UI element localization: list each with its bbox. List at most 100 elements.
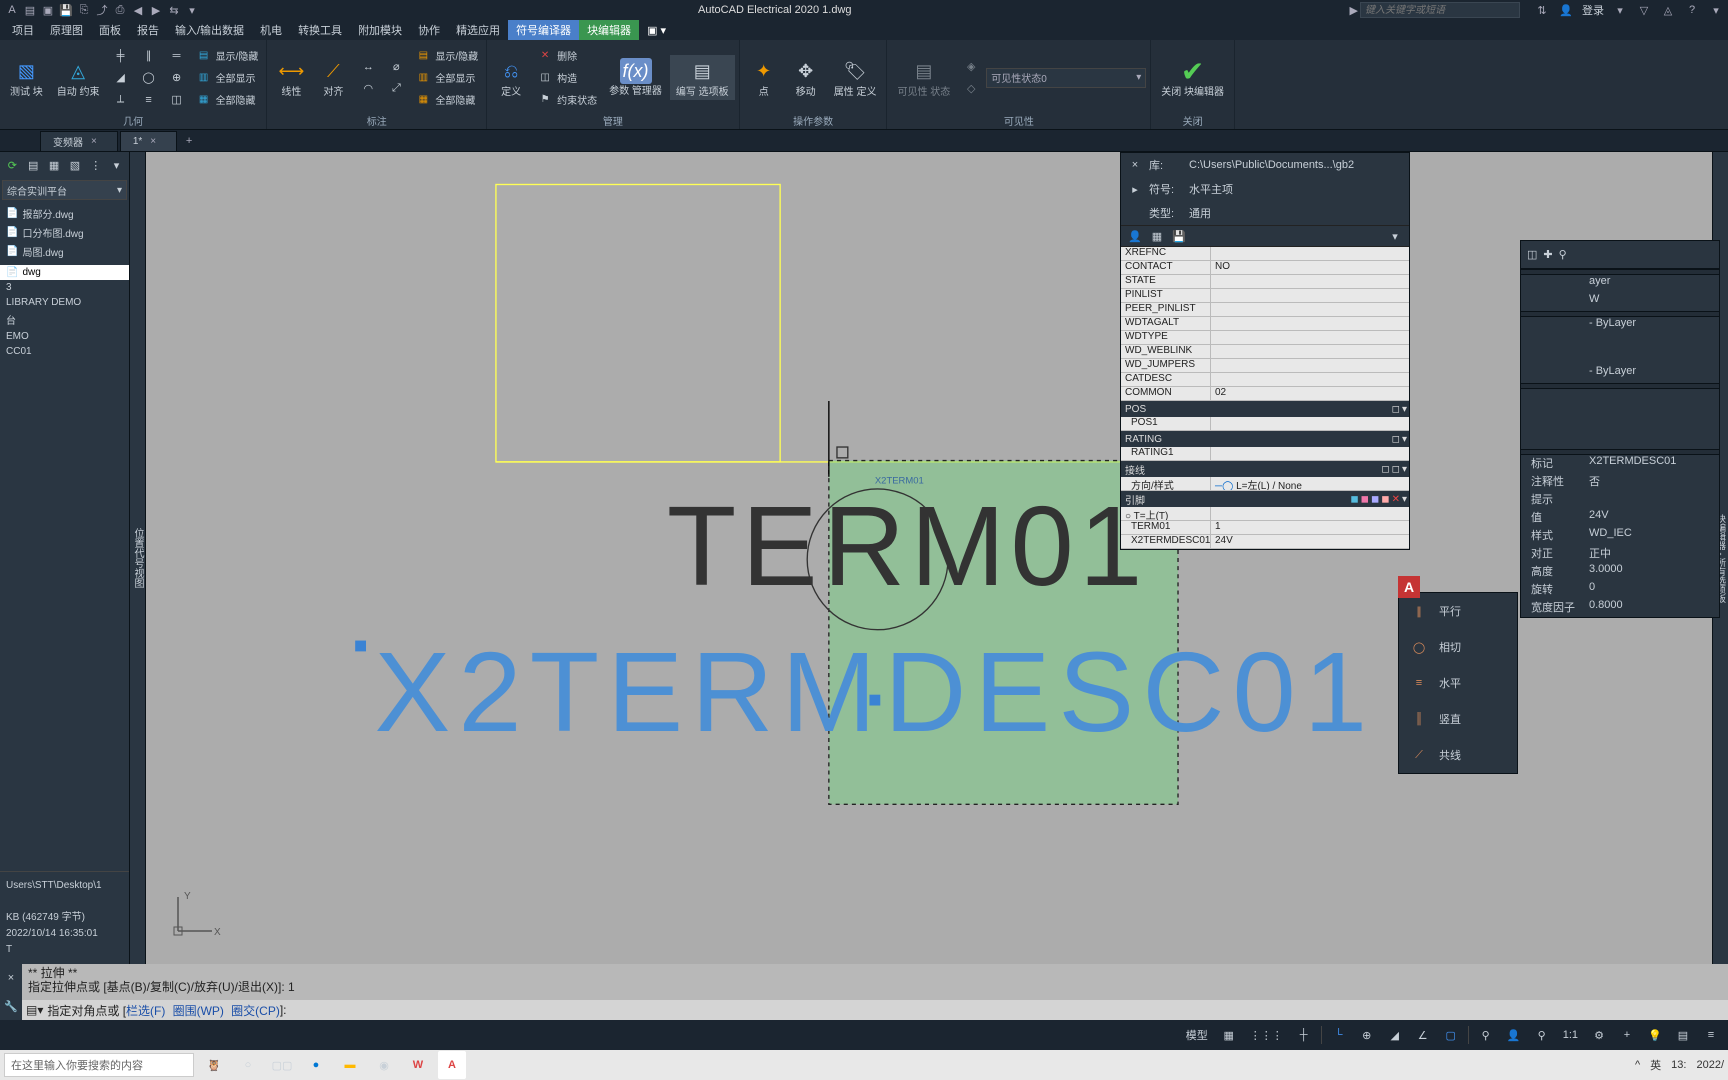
menu-sym-builder[interactable]: 符号编译器 bbox=[508, 20, 579, 40]
switch-icon[interactable]: ⇅ bbox=[1534, 2, 1550, 18]
constraint-icon-6[interactable]: ≡ bbox=[136, 90, 162, 110]
construct-horizontal[interactable]: ≡水平 bbox=[1399, 665, 1517, 701]
file-item[interactable]: EMO bbox=[0, 329, 129, 344]
construction-palette[interactable]: ∥平行 ◯相切 ≡水平 ║竖直 ⟋共线 bbox=[1398, 592, 1518, 774]
qat-web-icon[interactable]: ⤴ bbox=[94, 2, 110, 18]
project-combo[interactable]: 综合实训平台▾ bbox=[2, 180, 127, 200]
dim-icon-2[interactable]: ◠ bbox=[355, 79, 381, 99]
sb-more-icon[interactable]: ▤ bbox=[1672, 1024, 1694, 1046]
tray-ime[interactable]: 英 bbox=[1650, 1057, 1661, 1073]
btn-move[interactable]: ✥移动 bbox=[786, 55, 826, 100]
vis-state-combo[interactable]: 可见性状态0▾ bbox=[986, 68, 1146, 88]
sb-snap-icon[interactable]: ┼ bbox=[1293, 1024, 1315, 1046]
taskbar-taskview-icon[interactable]: ▢▢ bbox=[268, 1051, 296, 1079]
btn-hide-all-1[interactable]: ▦全部隐藏 bbox=[192, 90, 263, 110]
menu-io[interactable]: 输入/输出数据 bbox=[167, 20, 252, 40]
sb-menu-icon[interactable]: ≡ bbox=[1700, 1024, 1722, 1046]
taskbar-search[interactable]: 在这里输入你要搜索的内容 bbox=[4, 1053, 194, 1077]
constraint-icon-8[interactable]: ⊕ bbox=[164, 68, 190, 88]
close-icon[interactable]: × bbox=[91, 136, 97, 147]
icon-4[interactable]: ⋮ bbox=[87, 156, 104, 174]
menu-project[interactable]: 项目 bbox=[4, 20, 42, 40]
attribute-grid[interactable]: XREFNC CONTACTNO STATE PINLIST PEER_PINL… bbox=[1121, 247, 1409, 549]
dim-icon-1[interactable]: ↔ bbox=[355, 57, 381, 77]
constraint-icon-4[interactable]: ∥ bbox=[136, 46, 162, 66]
tray-up-icon[interactable]: ^ bbox=[1635, 1059, 1640, 1071]
help-icon[interactable]: ? bbox=[1684, 2, 1700, 18]
btn-auto-constraint[interactable]: ◬自动 约束 bbox=[51, 55, 106, 100]
qat-print-icon[interactable]: ⎙ bbox=[112, 2, 128, 18]
btn-close-editor[interactable]: ✔关闭 块编辑器 bbox=[1155, 55, 1230, 100]
construct-tangent[interactable]: ◯相切 bbox=[1399, 629, 1517, 665]
menu-block-editor[interactable]: 块编辑器 bbox=[579, 20, 639, 40]
cmd-close-icon[interactable]: × bbox=[0, 964, 22, 992]
help-search-input[interactable] bbox=[1360, 2, 1520, 18]
menu-featured[interactable]: 精选应用 bbox=[448, 20, 508, 40]
btn-authoring-palette[interactable]: ▤编写 选项板 bbox=[670, 55, 735, 100]
sb-bulb-icon[interactable]: 💡 bbox=[1644, 1024, 1666, 1046]
btn-show-all-2[interactable]: ▥全部显示 bbox=[411, 68, 482, 88]
taskbar-chrome-icon[interactable]: ◉ bbox=[370, 1051, 398, 1079]
file-item[interactable]: CC01 bbox=[0, 344, 129, 359]
props-tool-icon[interactable]: ⚲ bbox=[1559, 248, 1567, 261]
sb-plus-icon[interactable]: + bbox=[1616, 1024, 1638, 1046]
tool-icon-4[interactable]: ▾ bbox=[1387, 228, 1403, 244]
menu-mech[interactable]: 机电 bbox=[252, 20, 290, 40]
close-icon[interactable]: × bbox=[150, 136, 156, 147]
qat-saveas-icon[interactable]: ⎘ bbox=[76, 2, 92, 18]
command-history[interactable]: ** 拉伸 ** 指定拉伸点或 [基点(B)/复制(C)/放弃(U)/退出(X)… bbox=[22, 964, 1728, 1000]
file-item-selected[interactable]: 📄 dwg bbox=[0, 265, 129, 280]
btn-linear[interactable]: ⟷线性 bbox=[271, 55, 311, 100]
qat-redo-icon[interactable]: ▶ bbox=[148, 2, 164, 18]
constraint-icon-7[interactable]: ═ bbox=[164, 46, 190, 66]
taskbar-edge-icon[interactable]: ● bbox=[302, 1051, 330, 1079]
dim-icon-3[interactable]: ⌀ bbox=[383, 57, 409, 77]
sb-anno-icon[interactable]: ⚲ bbox=[1475, 1024, 1497, 1046]
sb-grid2-icon[interactable]: ⋮⋮⋮ bbox=[1246, 1024, 1287, 1046]
chevron-down-icon[interactable]: ▾ bbox=[1402, 404, 1407, 415]
palette-min-icon[interactable]: ▸ bbox=[1127, 183, 1143, 196]
constraint-icon-9[interactable]: ◫ bbox=[164, 90, 190, 110]
chevron-down-icon[interactable]: ▾ bbox=[1402, 494, 1407, 505]
user-icon[interactable]: 👤 bbox=[1558, 2, 1574, 18]
sec-btn-icon[interactable]: ◻ bbox=[1392, 434, 1400, 445]
btn-align[interactable]: ⟋对齐 bbox=[313, 55, 353, 100]
construct-parallel[interactable]: ∥平行 bbox=[1399, 593, 1517, 629]
autodesk-icon[interactable]: ◬ bbox=[1660, 2, 1676, 18]
sb-ratio[interactable]: 1:1 bbox=[1559, 1024, 1582, 1046]
sec-btn-icon[interactable]: ◻ bbox=[1392, 464, 1400, 475]
constraint-icon-1[interactable]: ╪ bbox=[108, 46, 134, 66]
btn-show-hide-2[interactable]: ▤显示/隐藏 bbox=[411, 46, 482, 66]
tool-icon-3[interactable]: 💾 bbox=[1171, 228, 1187, 244]
pin-btn-icon[interactable]: ◼ bbox=[1371, 494, 1379, 505]
btn-show-all-1[interactable]: ▥全部显示 bbox=[192, 68, 263, 88]
taskbar-autocad-icon[interactable]: A bbox=[438, 1051, 466, 1079]
chevron-down-icon[interactable]: ▾ bbox=[1402, 464, 1407, 475]
taskbar-cortana-icon[interactable]: ○ bbox=[234, 1051, 262, 1079]
sb-osnap-icon[interactable]: ▢ bbox=[1440, 1024, 1462, 1046]
props-tool-icon[interactable]: ◫ bbox=[1527, 248, 1537, 261]
login-dropdown-icon[interactable]: ▾ bbox=[1612, 2, 1628, 18]
file-item[interactable]: 台 bbox=[0, 310, 129, 329]
btn-test-block[interactable]: ▧测试 块 bbox=[4, 55, 49, 100]
icon-5[interactable]: ▾ bbox=[108, 156, 125, 174]
sb-anno3-icon[interactable]: ⚲ bbox=[1531, 1024, 1553, 1046]
login-label[interactable]: 登录 bbox=[1582, 2, 1604, 18]
qat-share-icon[interactable]: ⇆ bbox=[166, 2, 182, 18]
record-icon[interactable]: ▣ ▾ bbox=[647, 24, 666, 37]
pin-btn-icon[interactable]: ◼ bbox=[1350, 494, 1358, 505]
props-tool-icon[interactable]: ✚ bbox=[1543, 248, 1552, 261]
sec-btn-icon[interactable]: ◻ bbox=[1381, 464, 1389, 475]
menu-schematic[interactable]: 原理图 bbox=[42, 20, 91, 40]
properties-palette[interactable]: ◫✚⚲ ayer W - ByLayer - ByLayer 标记X2TERMD… bbox=[1520, 240, 1720, 618]
sb-anno2-icon[interactable]: 👤 bbox=[1503, 1024, 1525, 1046]
btn-constraint-state[interactable]: ⚑约束状态 bbox=[533, 90, 601, 110]
file-item[interactable]: 3 bbox=[0, 280, 129, 295]
app-menu-icon[interactable]: A bbox=[4, 2, 20, 18]
taskbar-owl-icon[interactable]: 🦉 bbox=[200, 1051, 228, 1079]
icon-2[interactable]: ▦ bbox=[46, 156, 63, 174]
doc-tab-1[interactable]: 变频器× bbox=[40, 131, 118, 151]
btn-vis-state[interactable]: ▤可见性 状态 bbox=[891, 55, 956, 100]
tool-icon-1[interactable]: 👤 bbox=[1127, 228, 1143, 244]
help-dropdown-icon[interactable]: ▾ bbox=[1708, 2, 1724, 18]
